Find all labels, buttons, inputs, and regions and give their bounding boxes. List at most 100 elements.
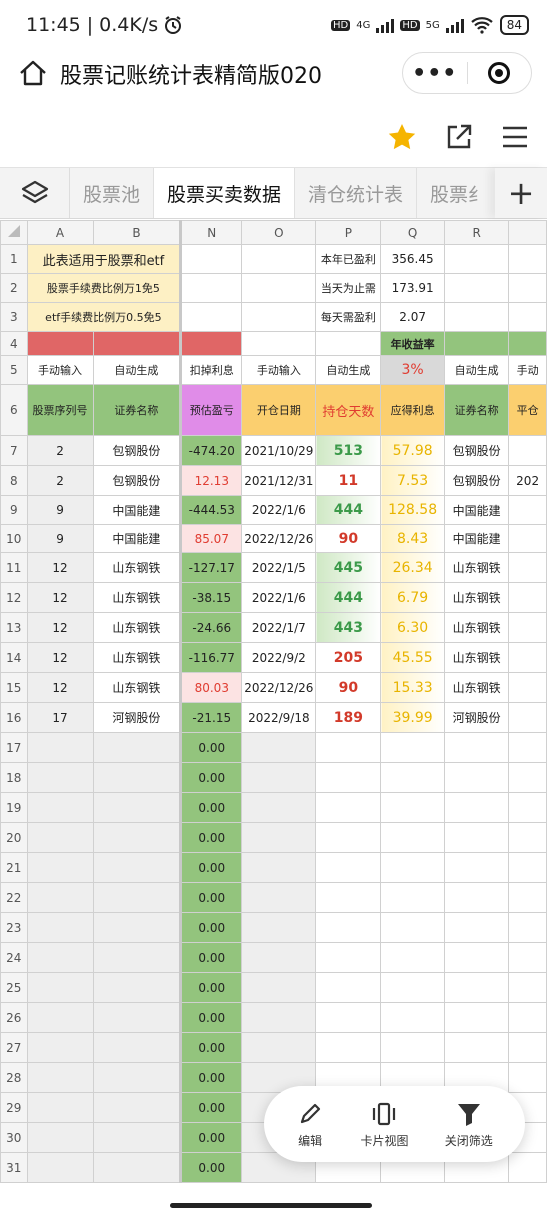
cell[interactable]: 12 [26, 672, 94, 703]
row-number[interactable]: 16 [0, 702, 28, 733]
cell[interactable] [92, 852, 183, 883]
cell[interactable]: 12 [26, 612, 94, 643]
row-number[interactable]: 10 [0, 524, 28, 553]
cell[interactable] [92, 1032, 183, 1063]
cell[interactable] [380, 732, 445, 763]
cell[interactable] [508, 1062, 547, 1093]
cell[interactable] [508, 435, 547, 466]
cell[interactable] [508, 1152, 547, 1183]
cell[interactable]: 0.00 [180, 942, 243, 973]
cell[interactable]: 12 [26, 552, 94, 583]
cell[interactable] [26, 912, 94, 943]
row-number[interactable]: 8 [0, 465, 28, 496]
column-header[interactable] [508, 220, 547, 245]
menu-icon[interactable] [500, 122, 530, 152]
share-icon[interactable] [444, 122, 474, 152]
cell[interactable] [241, 882, 317, 913]
cell[interactable]: 11 [315, 465, 382, 496]
cell[interactable]: 3% [380, 355, 445, 385]
cell[interactable] [508, 273, 547, 303]
cell[interactable]: 9 [26, 495, 94, 525]
cell[interactable] [315, 912, 382, 943]
cell[interactable] [315, 1032, 382, 1063]
cell[interactable]: 443 [315, 612, 382, 643]
row-number[interactable]: 29 [0, 1092, 28, 1123]
cell[interactable]: 持仓天数 [315, 384, 382, 436]
cell[interactable] [315, 822, 382, 853]
cell[interactable] [180, 244, 243, 274]
cell[interactable]: 2022/12/26 [241, 524, 317, 553]
column-header[interactable]: N [180, 220, 243, 245]
cell[interactable]: 7.53 [380, 465, 445, 496]
cell[interactable]: 0.00 [180, 1002, 243, 1033]
cell[interactable]: 90 [315, 524, 382, 553]
cell[interactable]: 2 [26, 465, 94, 496]
row-number[interactable]: 22 [0, 882, 28, 913]
cell[interactable]: 0.00 [180, 1092, 243, 1123]
cell[interactable] [380, 912, 445, 943]
cell[interactable] [241, 1032, 317, 1063]
cell[interactable]: 12 [26, 642, 94, 673]
cell[interactable]: -38.15 [180, 582, 243, 613]
cell[interactable] [92, 1122, 183, 1153]
cell[interactable] [315, 942, 382, 973]
cell[interactable] [443, 732, 510, 763]
cell[interactable]: 自动生成 [315, 355, 382, 385]
cell[interactable]: 2 [26, 435, 94, 466]
cell[interactable]: 应得利息 [380, 384, 445, 436]
cell[interactable] [443, 302, 510, 332]
cell[interactable] [508, 822, 547, 853]
cell[interactable] [508, 524, 547, 553]
row-number[interactable]: 17 [0, 732, 28, 763]
cell[interactable] [180, 273, 243, 303]
cell[interactable] [443, 972, 510, 1003]
cell[interactable] [443, 1032, 510, 1063]
cell[interactable] [443, 852, 510, 883]
cell[interactable] [92, 1002, 183, 1033]
cell[interactable]: 0.00 [180, 852, 243, 883]
row-number[interactable]: 26 [0, 1002, 28, 1033]
cell[interactable] [241, 273, 317, 303]
row-number[interactable]: 14 [0, 642, 28, 673]
cell[interactable]: 202 [508, 465, 547, 496]
row-number[interactable]: 15 [0, 672, 28, 703]
cell[interactable] [315, 1002, 382, 1033]
cell[interactable]: 2022/1/5 [241, 552, 317, 583]
row-number[interactable]: 3 [0, 302, 28, 332]
cell[interactable] [315, 852, 382, 883]
cell[interactable] [508, 972, 547, 1003]
cell[interactable]: 2022/9/2 [241, 642, 317, 673]
cell[interactable]: 山东钢铁 [443, 612, 510, 643]
cell[interactable]: 山东钢铁 [443, 642, 510, 673]
cell[interactable]: 6.30 [380, 612, 445, 643]
cell[interactable] [26, 942, 94, 973]
column-header[interactable]: B [92, 220, 183, 245]
cell[interactable] [508, 582, 547, 613]
cell[interactable]: -21.15 [180, 702, 243, 733]
cell[interactable]: -474.20 [180, 435, 243, 466]
cell[interactable] [380, 762, 445, 793]
column-header[interactable]: A [26, 220, 94, 245]
cell[interactable] [241, 1002, 317, 1033]
cell[interactable] [443, 762, 510, 793]
cell[interactable] [315, 732, 382, 763]
cell[interactable] [508, 912, 547, 943]
row-number[interactable]: 31 [0, 1152, 28, 1183]
cell[interactable]: 山东钢铁 [92, 612, 183, 643]
cell[interactable]: 平仓 [508, 384, 547, 436]
cell[interactable] [508, 882, 547, 913]
cell[interactable]: 205 [315, 642, 382, 673]
cell[interactable] [241, 732, 317, 763]
cell[interactable]: 6.79 [380, 582, 445, 613]
column-header[interactable]: R [443, 220, 510, 245]
cell[interactable] [241, 972, 317, 1003]
cell[interactable]: 80.03 [180, 672, 243, 703]
cell[interactable] [380, 942, 445, 973]
cell[interactable] [443, 882, 510, 913]
row-number[interactable]: 30 [0, 1122, 28, 1153]
cell[interactable]: 17 [26, 702, 94, 733]
cell[interactable]: 173.91 [380, 273, 445, 303]
cell[interactable] [508, 852, 547, 883]
cell[interactable]: 河钢股份 [92, 702, 183, 733]
row-number[interactable]: 13 [0, 612, 28, 643]
